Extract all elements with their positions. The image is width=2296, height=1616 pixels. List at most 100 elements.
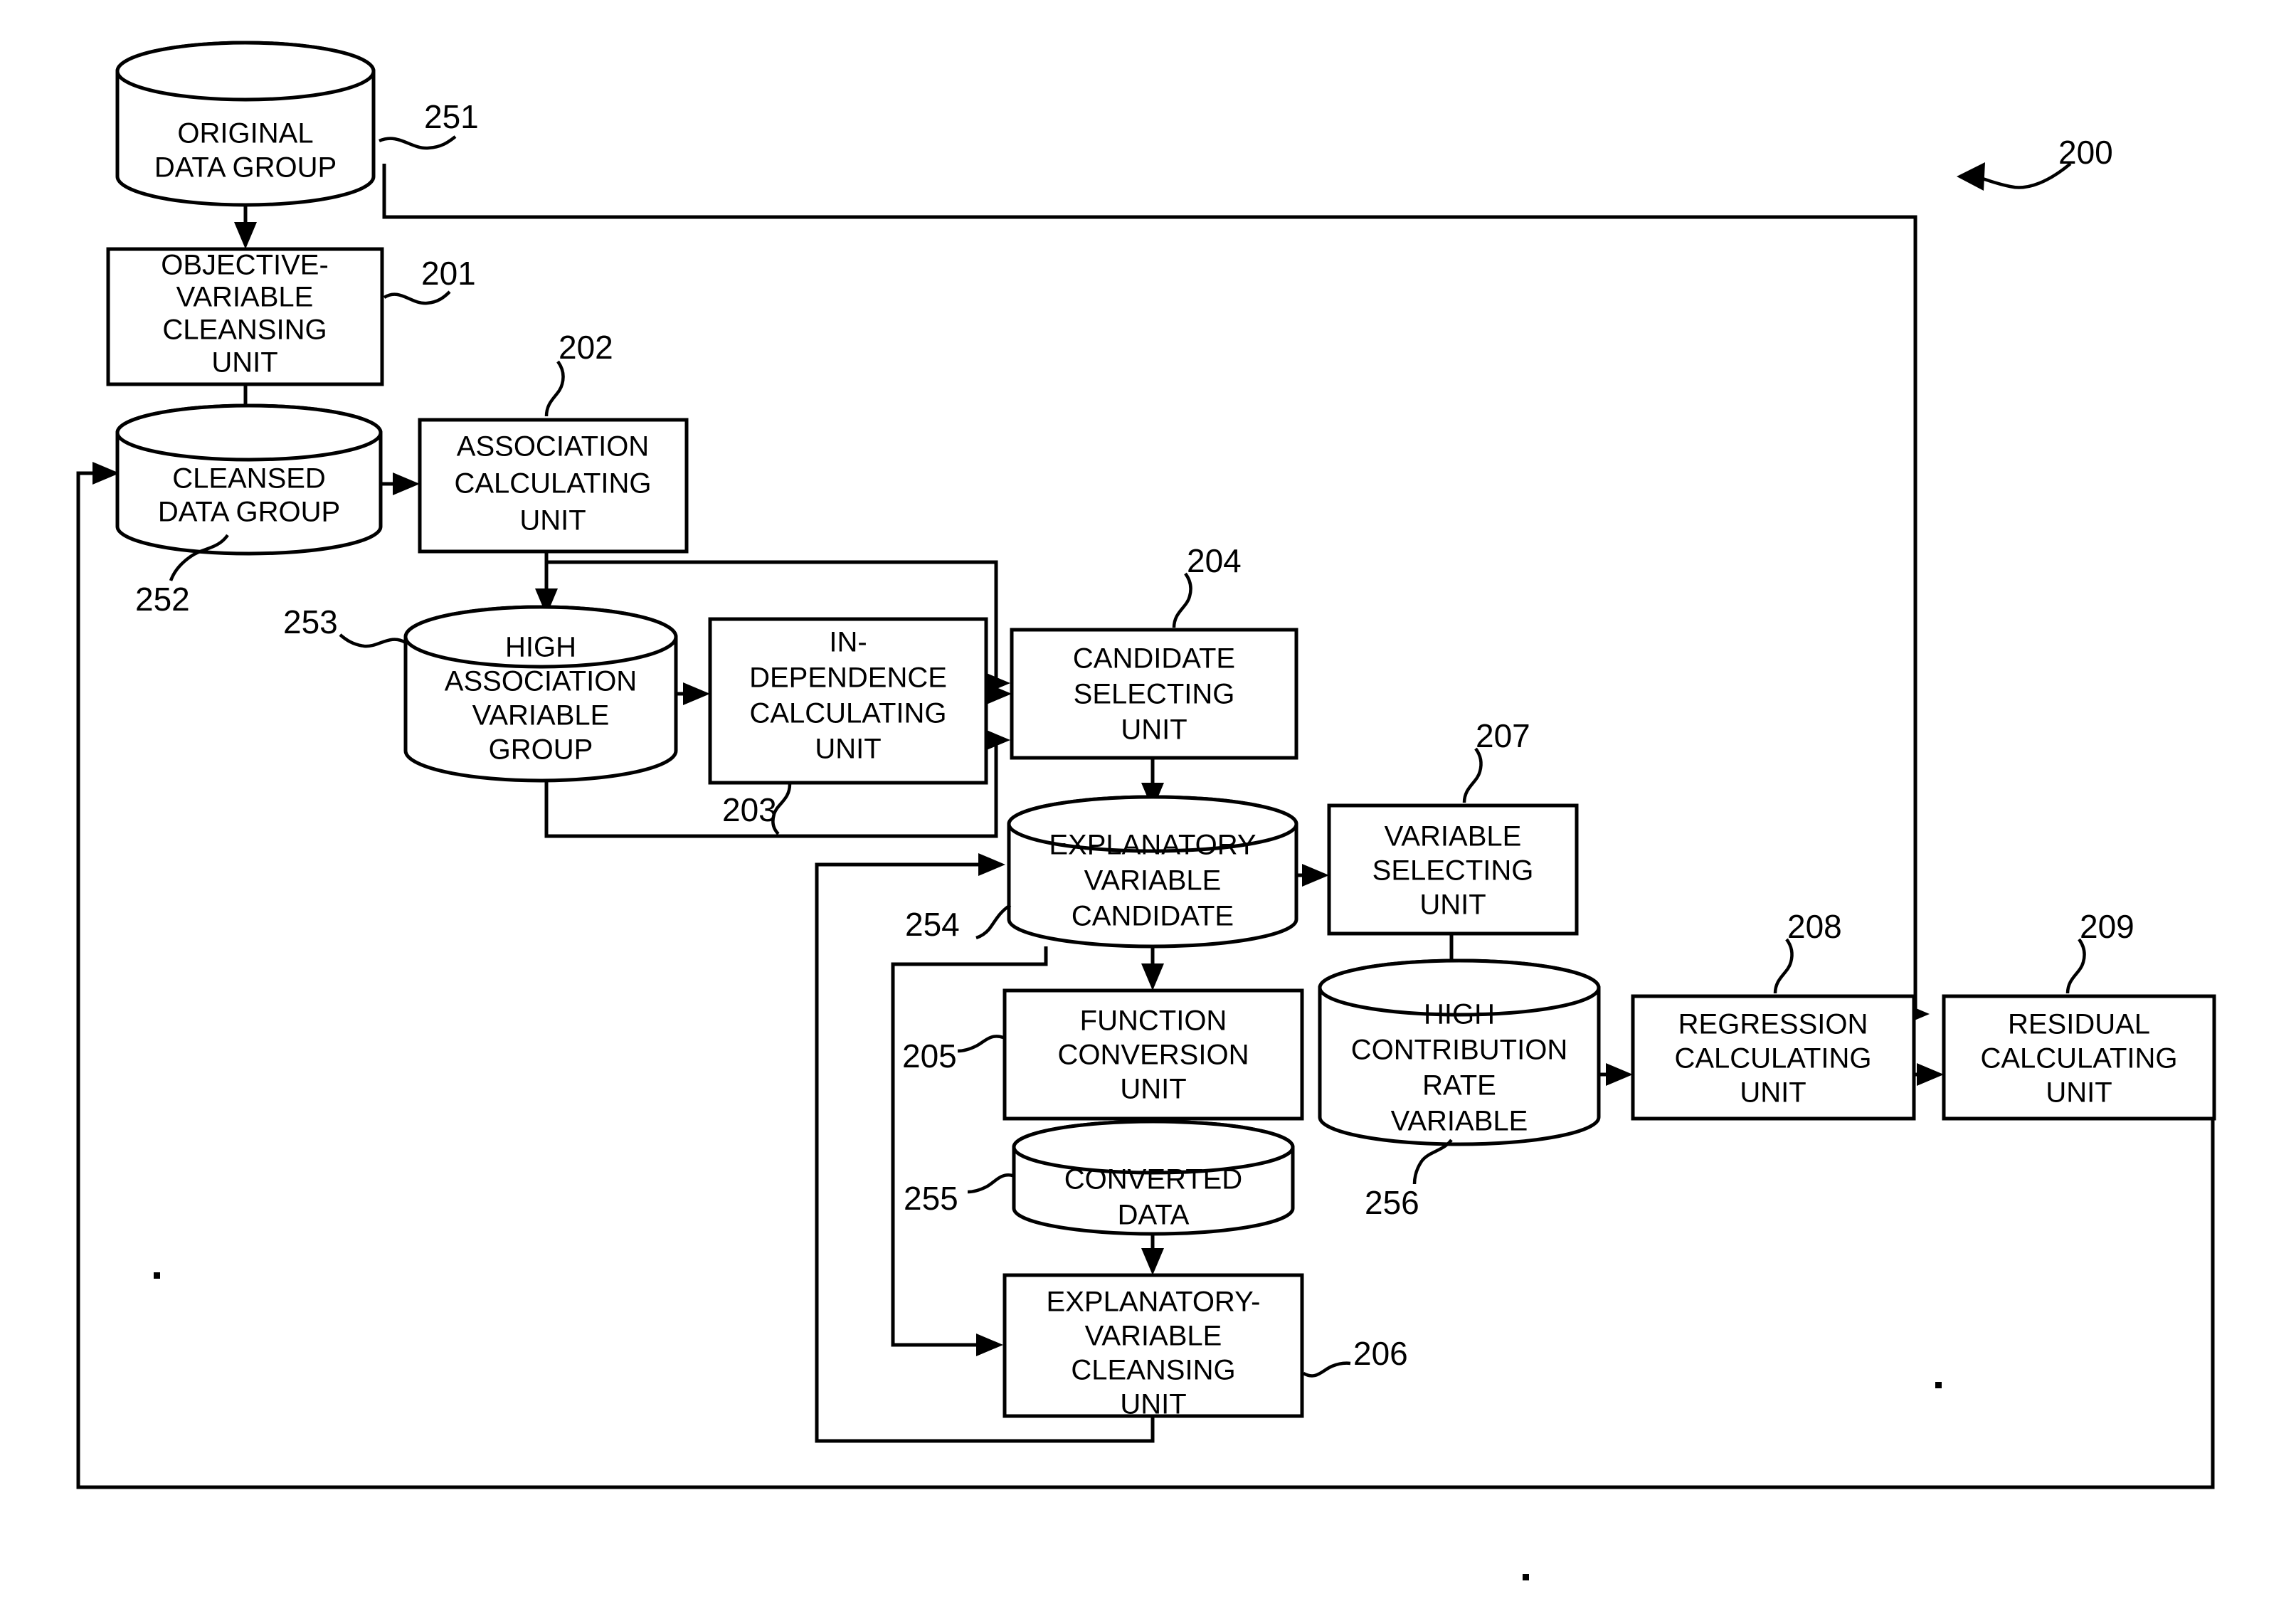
regression-line3: UNIT [1740, 1077, 1806, 1109]
node-function-conversion-unit[interactable]: FUNCTION CONVERSION UNIT [1002, 988, 1304, 1121]
residual-line3: UNIT [2046, 1077, 2112, 1109]
node-cleansed-data-group[interactable]: CLEANSED DATA GROUP [115, 403, 383, 556]
node-association-calculating-unit[interactable]: ASSOCIATION CALCULATING UNIT [418, 418, 689, 554]
node-residual-calculating-unit[interactable]: RESIDUAL CALCULATING UNIT [1942, 994, 2216, 1121]
candidate-selecting-line3: UNIT [1121, 714, 1187, 746]
high-contribution-line4: VARIABLE [1391, 1106, 1528, 1137]
objective-cleansing-line2: VARIABLE [176, 282, 314, 313]
connector-cleansed-to-association [381, 472, 420, 495]
ref-label-202: 202 [559, 329, 613, 366]
association-calculating-line3: UNIT [519, 505, 586, 537]
association-calculating-line1: ASSOCIATION [457, 431, 649, 463]
ref-label-206: 206 [1353, 1335, 1408, 1372]
connector-high-contribution-to-regression [1599, 1063, 1633, 1086]
ref-leader-255 [967, 1173, 1013, 1194]
explanatory-candidate-line2: VARIABLE [1084, 865, 1222, 897]
high-association-line1: HIGH [505, 632, 576, 663]
ref-leader-209 [2065, 938, 2086, 994]
converted-data-line2: DATA [1118, 1200, 1190, 1231]
node-original-data-group[interactable]: ORIGINAL DATA GROUP [115, 41, 376, 207]
high-contribution-line2: CONTRIBUTION [1351, 1035, 1567, 1066]
block-diagram: ORIGINAL DATA GROUP OBJECTIVE- VARIABLE … [76, 41, 2216, 1580]
ref-label-204: 204 [1187, 542, 1242, 579]
node-independence-calculating-unit[interactable]: IN- DEPENDENCE CALCULATING UNIT [708, 617, 988, 785]
ref-leader-system-200 [1957, 162, 2072, 191]
objective-cleansing-line4: UNIT [211, 347, 277, 379]
node-high-contribution-rate-variable[interactable]: HIGH CONTRIBUTION RATE VARIABLE [1318, 958, 1601, 1146]
ref-label-253: 253 [283, 603, 338, 640]
ref-label-201: 201 [421, 255, 476, 292]
connector-regression-to-residual [1913, 1063, 1944, 1086]
ref-label-251: 251 [424, 98, 479, 135]
ref-leader-251 [379, 135, 457, 150]
connector-explanatory-candidate-to-function-conversion [1141, 946, 1164, 991]
ref-leader-207 [1462, 747, 1483, 803]
explanatory-cleansing-line2: VARIABLE [1085, 1321, 1222, 1352]
ref-label-254: 254 [905, 906, 960, 943]
independence-line3: CALCULATING [749, 698, 946, 729]
ref-label-208: 208 [1787, 908, 1842, 945]
node-variable-selecting-unit[interactable]: VARIABLE SELECTING UNIT [1327, 803, 1579, 936]
cleansed-data-group-line2: DATA GROUP [158, 497, 340, 528]
converted-data-line1: CONVERTED [1064, 1164, 1242, 1195]
explanatory-candidate-line3: CANDIDATE [1072, 901, 1234, 932]
ref-leader-204 [1172, 572, 1192, 628]
ref-label-256: 256 [1365, 1184, 1419, 1221]
function-conversion-line1: FUNCTION [1080, 1005, 1227, 1037]
ref-label-200: 200 [2058, 134, 2113, 171]
ref-leader-201 [383, 290, 451, 305]
explanatory-cleansing-line1: EXPLANATORY- [1047, 1287, 1261, 1318]
node-regression-calculating-unit[interactable]: REGRESSION CALCULATING UNIT [1631, 994, 1916, 1121]
residual-line2: CALCULATING [1980, 1043, 2177, 1074]
explanatory-cleansing-line3: CLEANSING [1071, 1355, 1235, 1386]
high-association-line2: ASSOCIATION [445, 666, 637, 697]
connector-converted-data-to-explanatory-cleansing [1141, 1231, 1164, 1275]
node-explanatory-variable-cleansing-unit[interactable]: EXPLANATORY- VARIABLE CLEANSING UNIT [1002, 1273, 1304, 1420]
print-speck-right [1935, 1382, 1942, 1388]
original-data-group-line2: DATA GROUP [154, 152, 337, 184]
objective-cleansing-line1: OBJECTIVE- [161, 250, 329, 281]
candidate-selecting-line2: SELECTING [1074, 679, 1235, 710]
ref-leader-205 [957, 1035, 1004, 1053]
variable-selecting-line2: SELECTING [1372, 855, 1534, 887]
candidate-selecting-line1: CANDIDATE [1073, 643, 1235, 675]
ref-leader-256 [1412, 1139, 1453, 1185]
connector-original-to-objective [234, 205, 257, 249]
ref-label-207: 207 [1476, 717, 1530, 754]
ref-label-255: 255 [904, 1180, 958, 1217]
ref-label-209: 209 [2080, 908, 2134, 945]
ref-leader-206 [1302, 1361, 1351, 1378]
ref-leader-254 [975, 904, 1012, 940]
patent-figure-canvas: ORIGINAL DATA GROUP OBJECTIVE- VARIABLE … [0, 0, 2296, 1616]
ref-label-205: 205 [902, 1037, 957, 1074]
residual-line1: RESIDUAL [2008, 1009, 2150, 1040]
node-candidate-selecting-unit[interactable]: CANDIDATE SELECTING UNIT [1010, 628, 1298, 760]
function-conversion-line2: CONVERSION [1058, 1040, 1249, 1071]
cleansed-data-group-line1: CLEANSED [172, 463, 326, 495]
independence-line2: DEPENDENCE [749, 662, 947, 694]
explanatory-candidate-line1: EXPLANATORY [1049, 830, 1256, 861]
independence-line4: UNIT [815, 734, 881, 765]
variable-selecting-line1: VARIABLE [1385, 821, 1522, 852]
ref-label-203: 203 [722, 791, 777, 828]
association-calculating-line2: CALCULATING [454, 468, 651, 500]
high-contribution-line3: RATE [1422, 1070, 1496, 1102]
ref-label-252: 252 [135, 581, 190, 618]
original-data-group-line1: ORIGINAL [177, 118, 313, 149]
regression-line1: REGRESSION [1678, 1009, 1868, 1040]
high-association-line4: GROUP [489, 734, 593, 766]
node-converted-data[interactable]: CONVERTED DATA [1012, 1119, 1295, 1236]
objective-cleansing-line3: CLEANSING [162, 315, 327, 346]
ref-leader-253 [339, 633, 407, 648]
connector-high-association-to-independence [676, 682, 710, 705]
variable-selecting-line3: UNIT [1419, 889, 1486, 921]
node-high-association-variable-group[interactable]: HIGH ASSOCIATION VARIABLE GROUP [403, 605, 678, 783]
function-conversion-line3: UNIT [1120, 1074, 1186, 1105]
node-explanatory-variable-candidate[interactable]: EXPLANATORY VARIABLE CANDIDATE [1007, 795, 1298, 949]
node-objective-variable-cleansing-unit[interactable]: OBJECTIVE- VARIABLE CLEANSING UNIT [106, 247, 384, 386]
ref-leader-208 [1773, 938, 1794, 994]
print-speck-bottom [1523, 1574, 1529, 1580]
connector-explanatory-candidate-to-variable-selecting [1296, 864, 1329, 887]
high-contribution-line1: HIGH [1424, 999, 1495, 1030]
explanatory-cleansing-line4: UNIT [1120, 1389, 1186, 1420]
